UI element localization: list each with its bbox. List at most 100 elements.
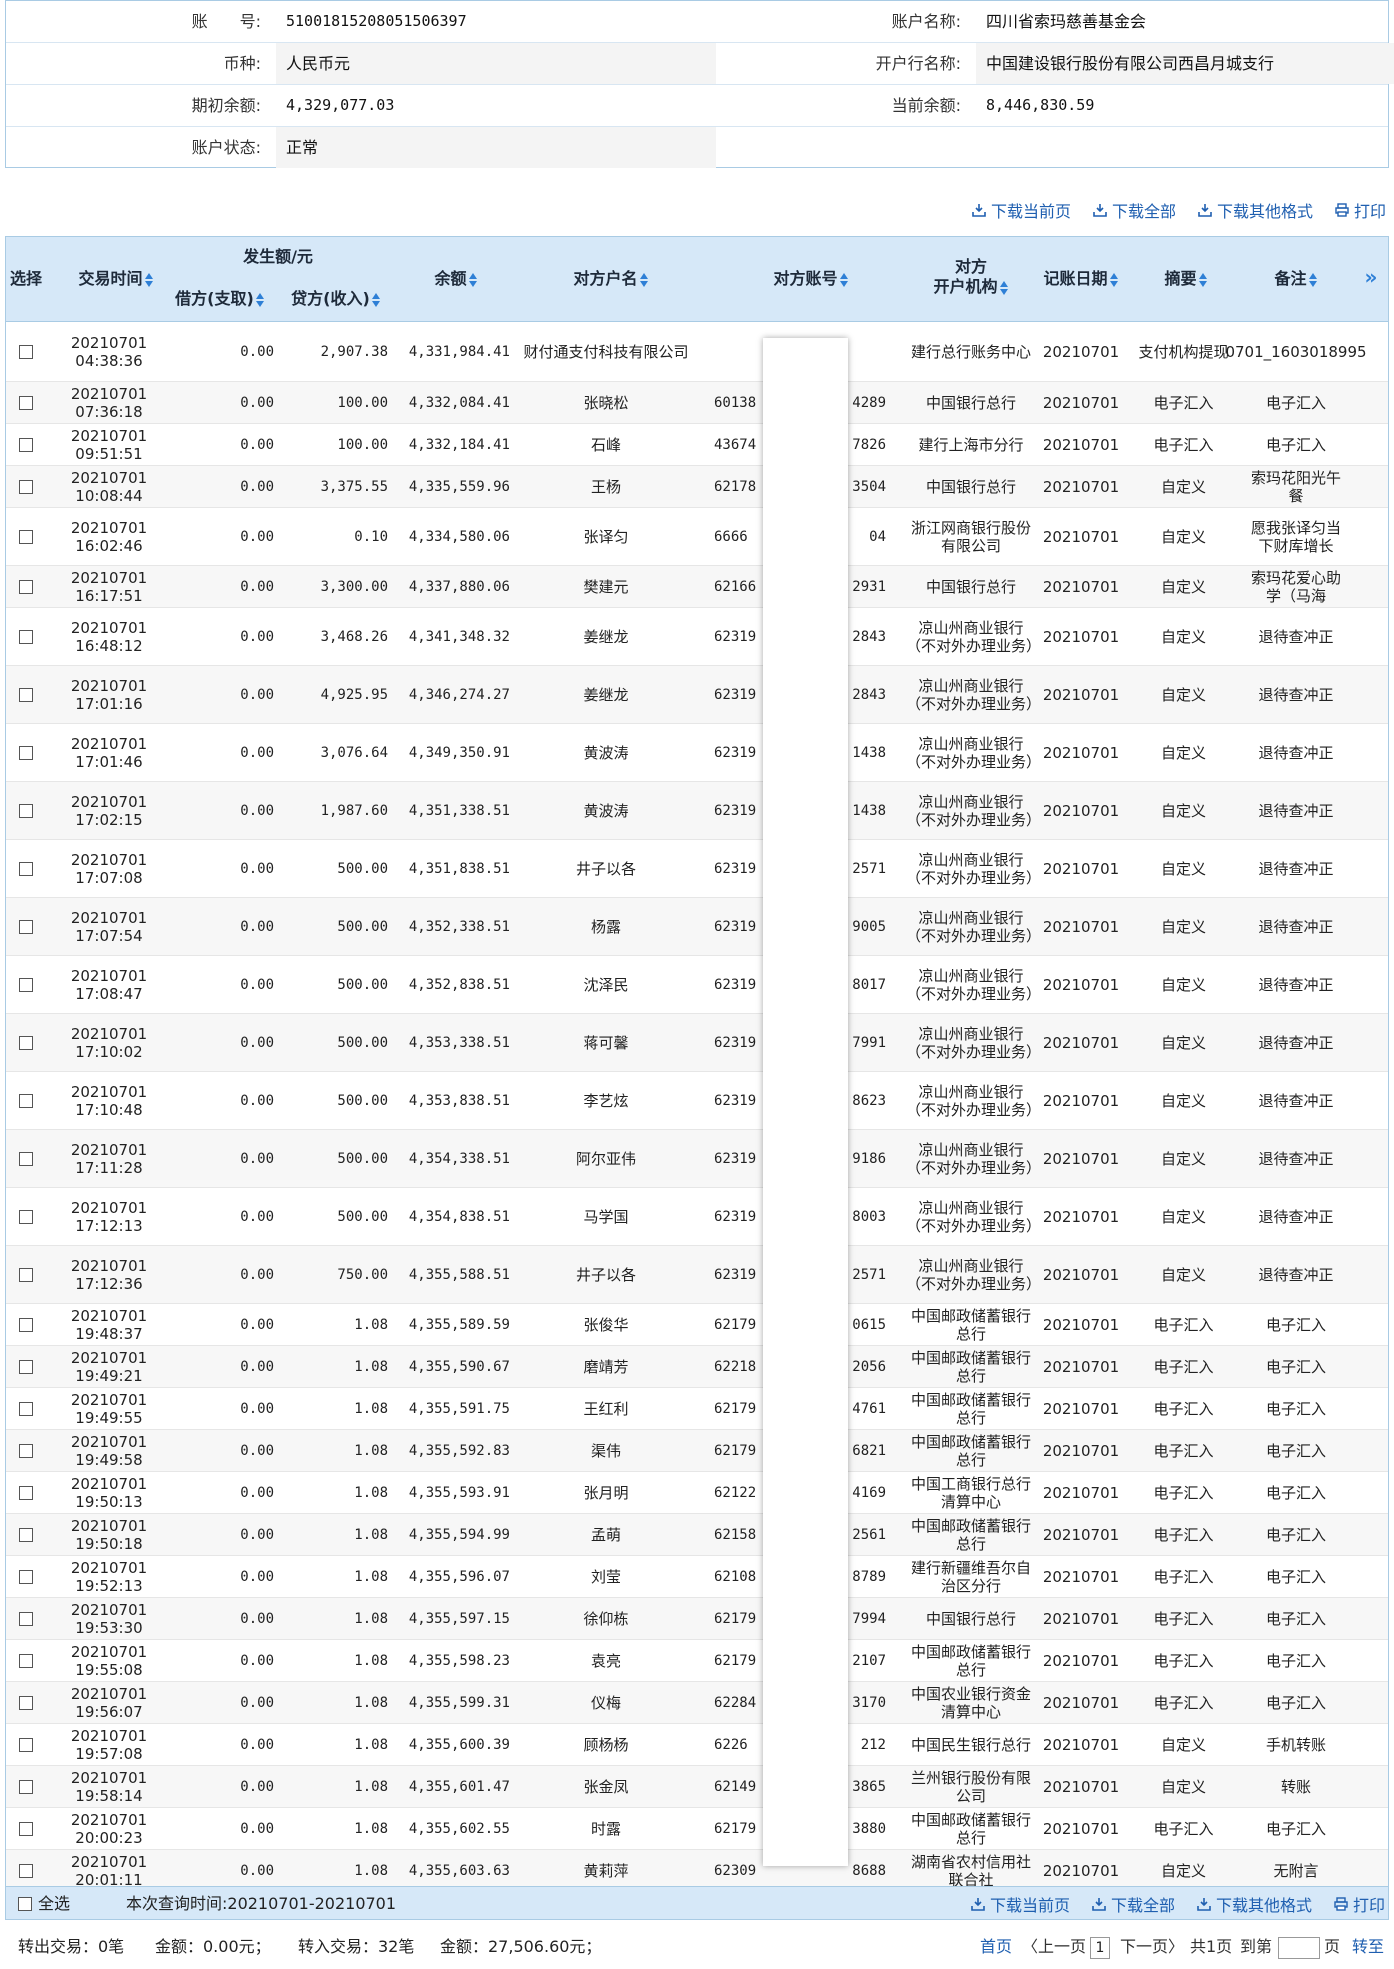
row-checkbox[interactable] — [19, 803, 33, 818]
row-checkbox[interactable] — [19, 1093, 33, 1108]
download-all-button[interactable]: 下载全部 — [1093, 198, 1176, 222]
row-select[interactable] — [6, 1430, 46, 1471]
expand-columns-icon[interactable]: » — [1356, 267, 1386, 287]
col-name[interactable]: 对方户名 — [551, 269, 671, 289]
row-checkbox[interactable] — [19, 861, 33, 876]
row-select[interactable] — [6, 566, 46, 607]
row-checkbox[interactable] — [19, 395, 33, 410]
row-select[interactable] — [6, 1808, 46, 1849]
table-row[interactable]: 20210701 19:50:13 0.00 1.08 4,355,593.91 张月明中… — [6, 1472, 1388, 1514]
table-row[interactable]: 20210701 17:01:46 0.00 3,076.64 4,349,350.91… — [6, 724, 1388, 782]
row-select[interactable] — [6, 1640, 46, 1681]
table-row[interactable]: 20210701 17:07:54 0.00 500.00 4,352,338.51 杨露… — [6, 898, 1388, 956]
table-row[interactable]: 20210701 19:48:37 0.00 1.08 4,355,589.59 张俊华中… — [6, 1304, 1388, 1346]
row-checkbox[interactable] — [19, 1151, 33, 1166]
row-select[interactable] — [6, 724, 46, 781]
row-select[interactable] — [6, 1850, 46, 1891]
table-row[interactable]: 20210701 19:49:21 0.00 1.08 4,355,590.67 磨靖芳中… — [6, 1346, 1388, 1388]
row-select[interactable] — [6, 666, 46, 723]
row-checkbox[interactable] — [19, 629, 33, 644]
table-row[interactable]: 20210701 17:10:02 0.00 500.00 4,353,338.51 蒋可… — [6, 1014, 1388, 1072]
row-checkbox[interactable] — [19, 977, 33, 992]
table-row[interactable]: 20210701 19:49:55 0.00 1.08 4,355,591.75 王红利中… — [6, 1388, 1388, 1430]
row-checkbox[interactable] — [19, 1485, 33, 1500]
row-select[interactable] — [6, 382, 46, 423]
table-row[interactable]: 20210701 17:07:08 0.00 500.00 4,351,838.51 井子… — [6, 840, 1388, 898]
row-select[interactable] — [6, 1388, 46, 1429]
row-select[interactable] — [6, 608, 46, 665]
select-all-checkbox[interactable] — [18, 1897, 32, 1911]
col-account[interactable]: 对方账号 — [756, 269, 866, 289]
row-select[interactable] — [6, 1072, 46, 1129]
row-checkbox[interactable] — [19, 479, 33, 494]
row-checkbox[interactable] — [19, 1209, 33, 1224]
col-balance[interactable]: 余额 — [406, 269, 506, 289]
row-checkbox[interactable] — [19, 579, 33, 594]
goto-page-input[interactable] — [1278, 1936, 1320, 1959]
table-row[interactable]: 20210701 19:52:13 0.00 1.08 4,355,596.07 刘莹 建行… — [6, 1556, 1388, 1598]
row-select[interactable] — [6, 1766, 46, 1807]
row-select[interactable] — [6, 840, 46, 897]
table-row[interactable]: 20210701 17:10:48 0.00 500.00 4,353,838.51 李艺… — [6, 1072, 1388, 1130]
table-row[interactable]: 20210701 19:50:18 0.00 1.08 4,355,594.99 孟萌 中国… — [6, 1514, 1388, 1556]
col-time[interactable]: 交易时间 — [61, 269, 171, 289]
select-all[interactable]: 全选 — [18, 1889, 70, 1919]
table-row[interactable]: 20210701 09:51:51 0.00 100.00 4,332,184.41 石峰… — [6, 424, 1388, 466]
row-checkbox[interactable] — [19, 1267, 33, 1282]
table-row[interactable]: 20210701 17:02:15 0.00 1,987.60 4,351,338.51… — [6, 782, 1388, 840]
row-select[interactable] — [6, 782, 46, 839]
table-row[interactable]: 20210701 17:12:36 0.00 750.00 4,355,588.51 井子… — [6, 1246, 1388, 1304]
row-checkbox[interactable] — [19, 1611, 33, 1626]
row-select[interactable] — [6, 1514, 46, 1555]
download-other-format-button-bottom[interactable]: 下载其他格式 — [1197, 1892, 1312, 1916]
row-select[interactable] — [6, 1724, 46, 1765]
row-checkbox[interactable] — [19, 919, 33, 934]
row-select[interactable] — [6, 1472, 46, 1513]
table-row[interactable]: 20210701 16:02:46 0.00 0.10 4,334,580.06 张译匀浙… — [6, 508, 1388, 566]
col-debit[interactable]: 借方(支取) — [161, 289, 279, 309]
table-row[interactable]: 20210701 19:55:08 0.00 1.08 4,355,598.23 袁亮 中国… — [6, 1640, 1388, 1682]
row-checkbox[interactable] — [19, 1317, 33, 1332]
row-select[interactable] — [6, 1346, 46, 1387]
table-row[interactable]: 20210701 19:53:30 0.00 1.08 4,355,597.15 徐仰栋中… — [6, 1598, 1388, 1640]
row-checkbox[interactable] — [19, 1035, 33, 1050]
row-checkbox[interactable] — [19, 745, 33, 760]
row-select[interactable] — [6, 1304, 46, 1345]
row-checkbox[interactable] — [19, 1401, 33, 1416]
table-row[interactable]: 20210701 07:36:18 0.00 100.00 4,332,084.41 张晓… — [6, 382, 1388, 424]
download-other-format-button[interactable]: 下载其他格式 — [1198, 198, 1313, 222]
row-select[interactable] — [6, 898, 46, 955]
row-select[interactable] — [6, 508, 46, 565]
row-checkbox[interactable] — [19, 1821, 33, 1836]
row-checkbox[interactable] — [19, 1569, 33, 1584]
row-select[interactable] — [6, 1130, 46, 1187]
row-select[interactable] — [6, 1246, 46, 1303]
col-note[interactable]: 备注 — [1246, 269, 1346, 289]
prev-page-link[interactable]: 〈上一页 — [1022, 1932, 1086, 1962]
table-row[interactable]: 20210701 17:08:47 0.00 500.00 4,352,838.51 沈泽… — [6, 956, 1388, 1014]
row-checkbox[interactable] — [19, 437, 33, 452]
col-summary[interactable]: 摘要 — [1136, 269, 1236, 289]
row-checkbox[interactable] — [19, 1863, 33, 1878]
print-button[interactable]: 打印 — [1335, 198, 1386, 222]
download-page-button-bottom[interactable]: 下载当前页 — [971, 1892, 1070, 1916]
table-row[interactable]: 20210701 17:11:28 0.00 500.00 4,354,338.51 阿尔… — [6, 1130, 1388, 1188]
row-checkbox[interactable] — [19, 1737, 33, 1752]
row-checkbox[interactable] — [19, 1653, 33, 1668]
table-row[interactable]: 20210701 19:58:14 0.00 1.08 4,355,601.47 张金凤兰… — [6, 1766, 1388, 1808]
table-row[interactable]: 20210701 17:01:16 0.00 4,925.95 4,346,274.27… — [6, 666, 1388, 724]
col-bank[interactable]: 对方 开户机构 — [911, 257, 1031, 297]
table-row[interactable]: 20210701 19:57:08 0.00 1.08 4,355,600.39 顾杨杨中… — [6, 1724, 1388, 1766]
table-row[interactable]: 20210701 19:56:07 0.00 1.08 4,355,599.31 仪梅 中国… — [6, 1682, 1388, 1724]
goto-button[interactable]: 转至 — [1352, 1932, 1384, 1962]
row-checkbox[interactable] — [19, 344, 33, 359]
row-select[interactable] — [6, 424, 46, 465]
first-page-link[interactable]: 首页 — [980, 1932, 1012, 1962]
row-select[interactable] — [6, 1556, 46, 1597]
row-select[interactable] — [6, 1014, 46, 1071]
row-select[interactable] — [6, 1598, 46, 1639]
table-row[interactable]: 20210701 19:49:58 0.00 1.08 4,355,592.83 渠伟 中国… — [6, 1430, 1388, 1472]
table-row[interactable]: 20210701 16:17:51 0.00 3,300.00 4,337,880.06… — [6, 566, 1388, 608]
col-credit[interactable]: 贷方(收入) — [278, 289, 394, 309]
row-checkbox[interactable] — [19, 1527, 33, 1542]
